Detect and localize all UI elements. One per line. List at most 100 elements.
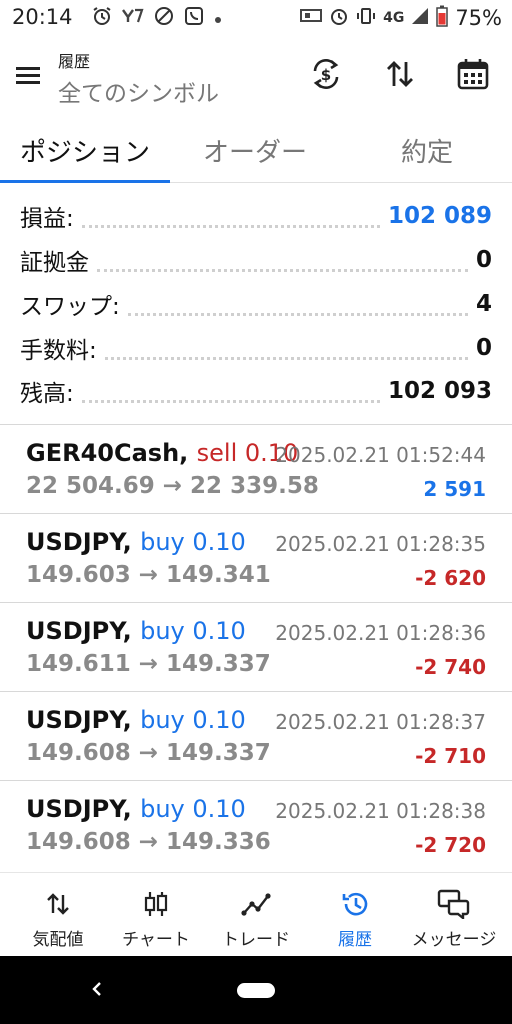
summary-swap-row: スワップ: 4	[20, 283, 492, 325]
nav-history[interactable]: 履歴	[305, 873, 405, 957]
nav-quotes[interactable]: 気配値	[8, 873, 108, 957]
trade-symbol-line: USDJPY, buy 0.10	[26, 706, 246, 734]
page-title: 履歴	[58, 52, 91, 71]
alarm-clock-icon	[329, 6, 349, 30]
network-type: 4G	[383, 10, 405, 26]
trade-symbol: USDJPY,	[26, 795, 132, 823]
svg-text:$: $	[321, 66, 331, 84]
tab-positions[interactable]: ポジション	[0, 118, 170, 183]
trade-prices: 22 504.69 → 22 339.58	[26, 473, 319, 499]
nav-trade[interactable]: トレード	[206, 873, 306, 957]
nav-chart[interactable]: チャート	[106, 873, 206, 957]
sort-arrows-icon	[383, 57, 417, 95]
history-tabs: ポジション オーダー 約定	[0, 118, 512, 183]
symbol-filter[interactable]: 全てのシンボル	[58, 74, 219, 108]
tab-orders-label: オーダー	[202, 137, 307, 168]
trade-time: 2025.02.21 01:52:44	[275, 443, 486, 467]
trend-line-icon	[206, 889, 306, 919]
trade-symbol-line: GER40Cash, sell 0.10	[26, 439, 298, 467]
trade-prices: 149.603 → 149.341	[26, 562, 271, 588]
trade-profit: -2 710	[415, 744, 486, 768]
deposit-label: 証拠金	[20, 250, 89, 276]
trade-symbol-line: USDJPY, buy 0.10	[26, 795, 246, 823]
status-system-icons: 4G 75%	[300, 5, 502, 31]
nav-quotes-label: 気配値	[32, 930, 84, 950]
tab-orders[interactable]: オーダー	[170, 118, 340, 182]
bottom-navigation: 気配値 チャート トレード 履歴 メッセージ	[0, 872, 512, 957]
trade-time: 2025.02.21 01:28:36	[275, 621, 486, 645]
trade-profit: -2 720	[415, 833, 486, 857]
leader-dots	[81, 388, 380, 403]
balance-value: 102 093	[387, 378, 492, 404]
trade-side: buy 0.10	[140, 617, 246, 645]
commission-label: 手数料:	[20, 338, 97, 364]
trade-side: buy 0.10	[140, 795, 246, 823]
currency-convert-button[interactable]: $	[304, 54, 348, 98]
trade-prices: 149.611 → 149.337	[26, 651, 271, 677]
chat-icon	[404, 889, 504, 919]
calendar-button[interactable]	[451, 54, 495, 98]
commission-value: 0	[475, 335, 492, 361]
candlestick-icon	[106, 889, 206, 919]
nav-chart-label: チャート	[122, 930, 190, 950]
summary-profit-row: 損益: 102 089	[20, 195, 492, 237]
nav-messages[interactable]: メッセージ	[404, 873, 504, 957]
do-not-disturb-icon	[154, 6, 174, 30]
nav-history-label: 履歴	[338, 930, 372, 950]
trade-profit: -2 620	[415, 566, 486, 590]
nav-trade-label: トレード	[222, 930, 290, 950]
trade-symbol: GER40Cash,	[26, 439, 189, 467]
trade-row[interactable]: USDJPY, buy 0.10 2025.02.21 01:28:38 149…	[0, 780, 512, 870]
home-button[interactable]	[237, 983, 275, 998]
summary-balance-row: 残高: 102 093	[20, 370, 492, 412]
trade-symbol-line: USDJPY, buy 0.10	[26, 528, 246, 556]
leader-dots	[127, 301, 468, 316]
battery-icon	[436, 5, 449, 31]
history-icon	[305, 889, 405, 919]
battery-percent: 75%	[455, 6, 502, 30]
vibrate-icon	[356, 6, 376, 30]
signal-icon	[411, 7, 429, 29]
leader-dots	[97, 257, 468, 272]
system-nav-bar	[0, 956, 512, 1024]
trade-symbol: USDJPY,	[26, 617, 132, 645]
swap-label: スワップ:	[20, 294, 120, 320]
leader-dots	[81, 213, 380, 228]
tab-positions-label: ポジション	[19, 137, 150, 168]
back-button[interactable]	[84, 978, 110, 1004]
sort-button[interactable]	[378, 54, 422, 98]
calendar-icon	[456, 57, 490, 95]
arrows-updown-icon	[8, 889, 108, 919]
profit-label: 損益:	[20, 206, 74, 232]
summary-commission-row: 手数料: 0	[20, 327, 492, 369]
trade-side: buy 0.10	[140, 706, 246, 734]
tab-deals-label: 約定	[400, 137, 453, 168]
trade-symbol-line: USDJPY, buy 0.10	[26, 617, 246, 645]
trade-row[interactable]: USDJPY, buy 0.10 2025.02.21 01:28:37 149…	[0, 691, 512, 781]
status-bar: 20:14 4G 75%	[0, 0, 512, 34]
trade-row[interactable]: USDJPY, buy 0.10 2025.02.21 01:28:36 149…	[0, 602, 512, 692]
leader-dots	[104, 345, 468, 360]
cast-icon	[300, 8, 323, 28]
back-chevron-icon	[90, 981, 104, 1001]
status-time: 20:14	[12, 5, 73, 29]
trade-time: 2025.02.21 01:28:38	[275, 799, 486, 823]
trade-row[interactable]: USDJPY, buy 0.10 2025.02.21 01:28:35 149…	[0, 513, 512, 603]
trade-profit: 2 591	[423, 477, 486, 501]
swap-value: 4	[475, 291, 492, 317]
deposit-value: 0	[475, 247, 492, 273]
tab-active-indicator	[0, 180, 170, 183]
trade-time: 2025.02.21 01:28:35	[275, 532, 486, 556]
status-notification-icons	[92, 6, 222, 30]
app-bar: 履歴 全てのシンボル $	[0, 34, 512, 118]
phone-app-icon	[184, 6, 204, 30]
trade-row[interactable]: GER40Cash, sell 0.10 2025.02.21 01:52:44…	[0, 424, 512, 514]
trade-symbol: USDJPY,	[26, 528, 132, 556]
trade-side: buy 0.10	[140, 528, 246, 556]
balance-label: 残高:	[20, 381, 74, 407]
menu-button[interactable]	[12, 60, 44, 92]
nav-messages-label: メッセージ	[411, 930, 497, 950]
summary-deposit-row: 証拠金 0	[20, 239, 492, 281]
tab-deals[interactable]: 約定	[342, 118, 512, 182]
alarm-icon	[92, 6, 112, 30]
